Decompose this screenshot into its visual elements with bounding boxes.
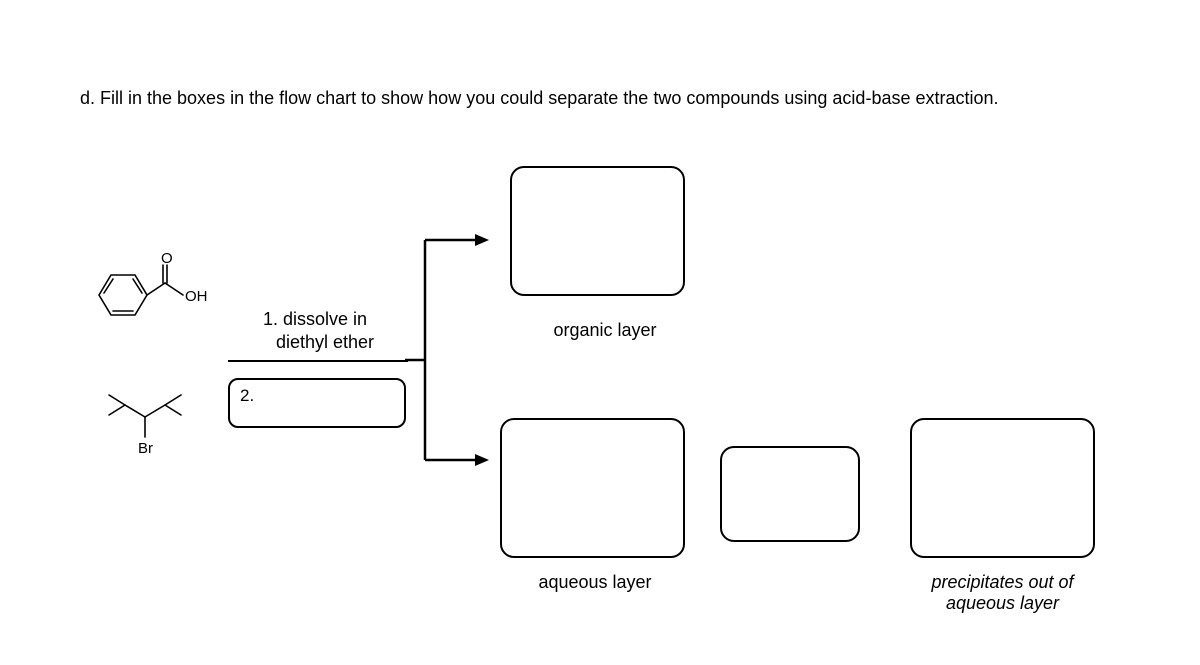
organic-layer-label: organic layer xyxy=(530,320,680,341)
label-carbonyl-o: O xyxy=(161,250,173,267)
step1-underline xyxy=(228,360,408,362)
structure-bromoalkane: Br xyxy=(95,375,205,460)
step2-input-box[interactable]: 2. xyxy=(228,378,406,428)
structure-benzoic-acid: O OH xyxy=(85,255,205,335)
precipitates-label: precipitates out of aqueous layer xyxy=(910,572,1095,614)
aqueous-layer-label: aqueous layer xyxy=(515,572,675,593)
label-oh: OH xyxy=(185,288,208,305)
question-text: d. Fill in the boxes in the flow chart t… xyxy=(80,86,1120,110)
precipitates-box[interactable] xyxy=(910,418,1095,558)
label-br: Br xyxy=(138,440,153,457)
organic-layer-box[interactable] xyxy=(510,166,685,296)
reagent-box[interactable] xyxy=(720,446,860,542)
aqueous-layer-box[interactable] xyxy=(500,418,685,558)
step2-prefix-real: 2. xyxy=(240,386,254,405)
step1-text: 1. dissolve in diethyl ether xyxy=(240,308,390,353)
